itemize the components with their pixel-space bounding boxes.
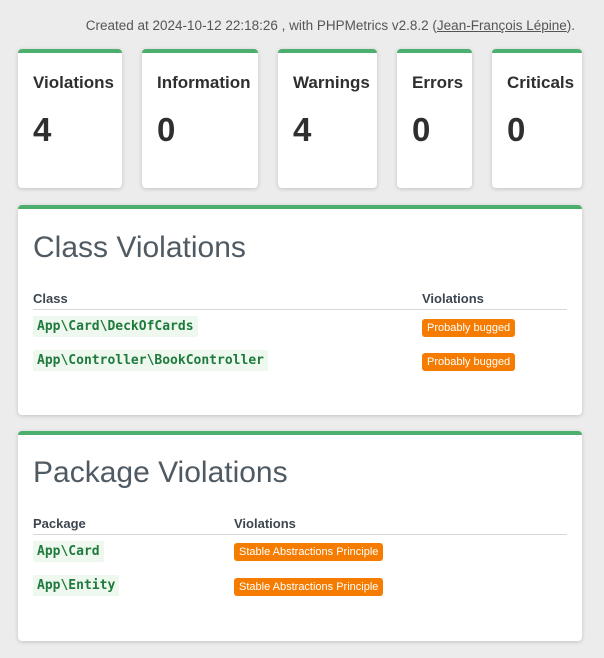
column-header-violations: Violations	[234, 516, 296, 531]
violation-badge: Probably bugged	[422, 319, 516, 337]
summary-label: Warnings	[293, 73, 370, 92]
table-header-rule	[33, 309, 567, 310]
column-header-class: Class	[33, 291, 68, 306]
summary-value: 4	[33, 111, 52, 148]
class-name: App\Card\DeckOfCards	[33, 316, 198, 337]
created-text: Created at 2024-10-12 22:18:26 , with PH…	[85, 18, 437, 33]
table-header-rule	[33, 534, 567, 535]
summary-card-information: Information 0	[142, 49, 258, 188]
package-violations-panel: Package Violations Package Violations Ap…	[18, 431, 582, 641]
summary-label: Criticals	[507, 73, 575, 92]
created-info: Created at 2024-10-12 22:18:26 , with PH…	[86, 18, 575, 33]
package-violations-title: Package Violations	[33, 456, 288, 489]
summary-label: Violations	[33, 73, 114, 92]
class-violations-panel: Class Violations Class Violations App\Ca…	[18, 205, 582, 415]
summary-value: 0	[157, 111, 176, 148]
summary-card-violations: Violations 4	[18, 49, 122, 188]
column-header-violations: Violations	[422, 291, 484, 306]
violation-badge: Probably bugged	[422, 353, 516, 371]
summary-card-errors: Errors 0	[397, 49, 472, 188]
summary-value: 0	[507, 111, 526, 148]
violation-badge: Stable Abstractions Principle	[234, 543, 384, 561]
violation-badge: Stable Abstractions Principle	[234, 578, 384, 596]
summary-card-criticals: Criticals 0	[492, 49, 582, 188]
package-name: App\Entity	[33, 575, 120, 596]
class-violations-title: Class Violations	[33, 231, 246, 264]
class-name: App\Controller\BookController	[33, 350, 268, 371]
summary-card-warnings: Warnings 4	[278, 49, 377, 188]
column-header-package: Package	[33, 516, 86, 531]
summary-value: 4	[293, 111, 312, 148]
author-link[interactable]: Jean-François Lépine	[437, 18, 567, 33]
summary-label: Errors	[412, 73, 464, 92]
created-suffix: ).	[566, 18, 575, 33]
summary-value: 0	[412, 111, 431, 148]
package-name: App\Card	[33, 541, 104, 562]
summary-label: Information	[157, 73, 251, 92]
